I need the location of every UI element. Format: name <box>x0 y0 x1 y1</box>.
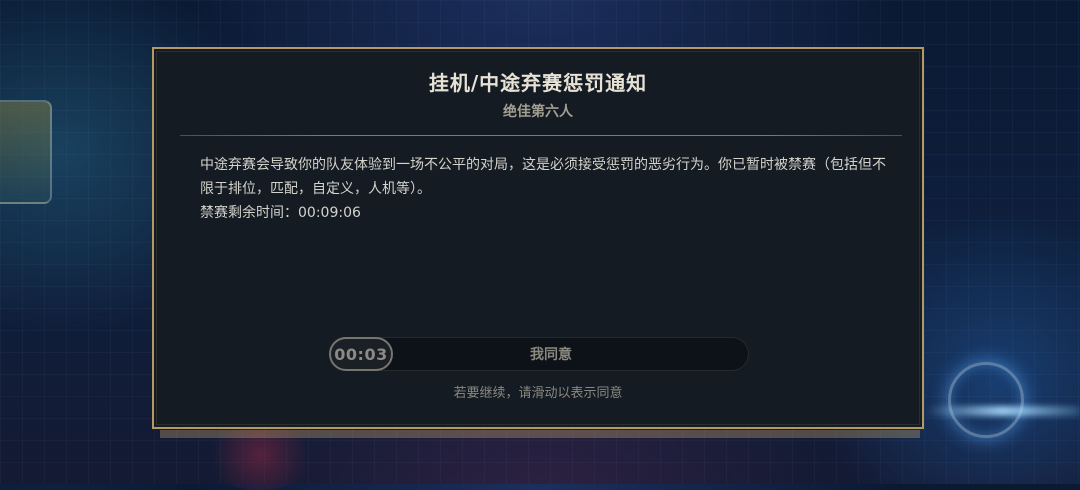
ban-time-value: 00:09:06 <box>298 205 361 221</box>
penalty-notice-dialog: 挂机/中途弃赛惩罚通知 绝佳第六人 中途弃赛会导致你的队友体验到一场不公平的对局… <box>152 47 924 429</box>
dialog-subtitle: 绝佳第六人 <box>503 104 573 120</box>
title-divider <box>180 135 902 136</box>
background-light-flare <box>925 406 1080 416</box>
slider-agree-label: 我同意 <box>530 347 572 363</box>
dialog-title: 挂机/中途弃赛惩罚通知 <box>428 71 648 95</box>
slide-hint: 若要继续，请滑动以表示同意 <box>453 386 623 401</box>
penalty-message: 中途弃赛会导致你的队友体验到一场不公平的对局，这是必须接受惩罚的恶劣行为。你已暂… <box>200 157 886 197</box>
background-ring-icon <box>948 362 1024 438</box>
dialog-bottom-edge <box>160 430 920 438</box>
background-ornament <box>0 100 52 204</box>
ban-time-label: 禁赛剩余时间： <box>200 205 298 221</box>
slider-handle-countdown[interactable]: 00:03 <box>329 337 393 371</box>
agree-slider[interactable]: 00:03 我同意 <box>329 337 749 371</box>
ban-time-row: 禁赛剩余时间：00:09:06 <box>200 201 890 225</box>
dialog-body: 中途弃赛会导致你的队友体验到一场不公平的对局，这是必须接受惩罚的恶劣行为。你已暂… <box>200 153 890 225</box>
